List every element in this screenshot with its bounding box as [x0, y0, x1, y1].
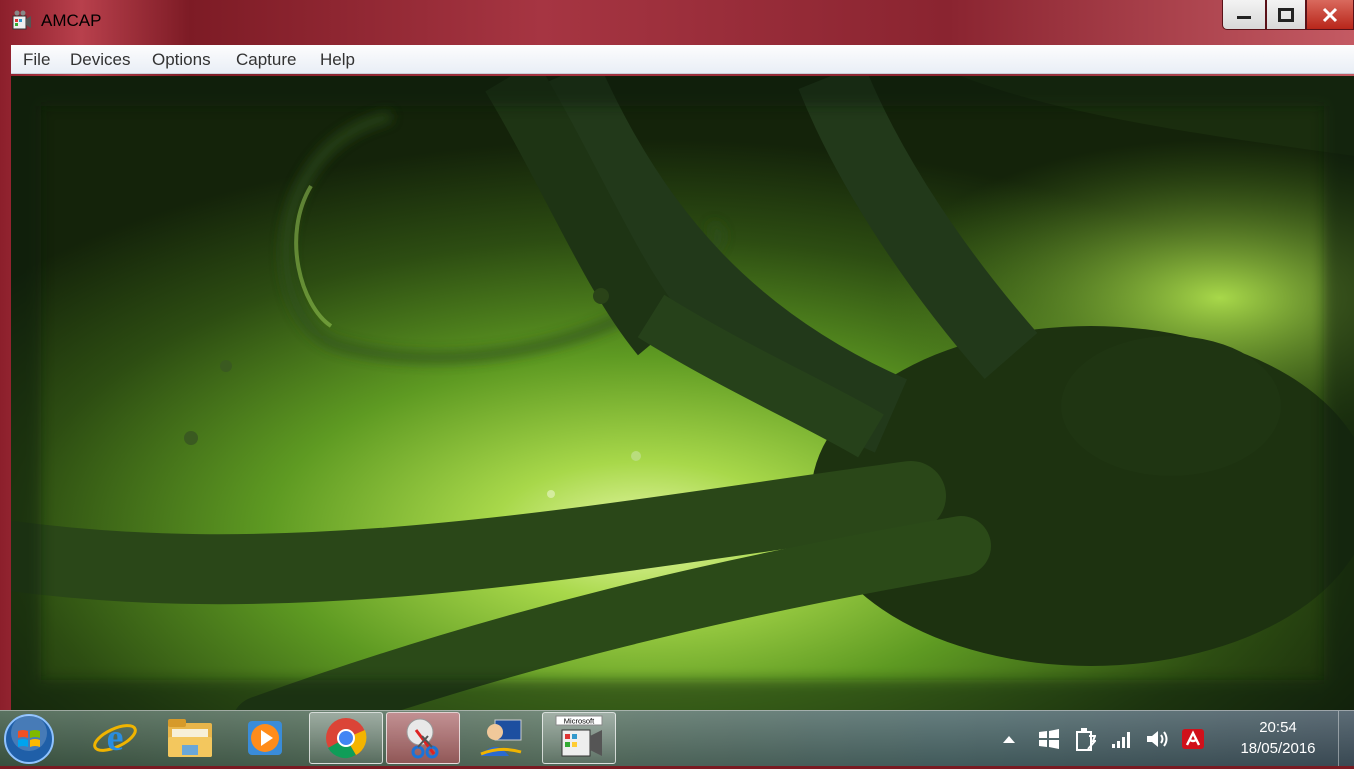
windows-orb-icon [4, 714, 54, 764]
tray-power[interactable] [1072, 727, 1098, 751]
chrome-icon [326, 718, 367, 759]
minimize-icon [1237, 15, 1251, 19]
network-signal-icon [1112, 732, 1130, 748]
video-preview [11, 76, 1354, 710]
menu-file[interactable]: File [21, 50, 52, 70]
amcap-app-icon[interactable] [12, 10, 32, 32]
chevron-up-icon [1003, 736, 1015, 743]
maximize-button[interactable] [1266, 0, 1306, 30]
show-desktop-button[interactable] [1338, 711, 1354, 766]
menu-capture[interactable]: Capture [234, 50, 298, 70]
taskbar-file-explorer[interactable] [153, 712, 227, 764]
taskbar-snipping-tool[interactable] [386, 712, 460, 764]
tray-windows-flag[interactable] [1036, 727, 1062, 751]
show-hidden-icons-button[interactable] [996, 727, 1022, 751]
menu-devices[interactable]: Devices [68, 50, 132, 70]
amcap-window: AMCAP File Devices Options Capture Help [0, 0, 1354, 710]
taskbar-user-app[interactable] [464, 712, 538, 764]
taskbar-chrome[interactable] [309, 712, 383, 764]
user-app-icon [480, 719, 522, 756]
media-player-icon [248, 721, 282, 755]
windows-flag-icon [1039, 729, 1059, 749]
camera-badge-text: Microsoft [564, 717, 595, 726]
minimize-button[interactable] [1222, 0, 1266, 30]
tray-network[interactable] [1109, 727, 1135, 751]
taskbar-media-player[interactable] [228, 712, 302, 764]
taskbar-amcap[interactable]: Microsoft [542, 712, 616, 764]
taskbar: e Microsoft 20:54 18/05/2016 [0, 710, 1354, 766]
start-button[interactable] [3, 713, 55, 765]
volume-icon [1147, 731, 1168, 747]
clock-time: 20:54 [1259, 719, 1297, 736]
tray-antivirus[interactable] [1180, 727, 1206, 751]
microscope-image [11, 76, 1354, 710]
file-explorer-icon [168, 719, 212, 757]
close-icon [1322, 7, 1338, 22]
taskbar-internet-explorer[interactable]: e [78, 712, 152, 764]
title-bar[interactable]: AMCAP [0, 0, 1354, 44]
power-icon [1076, 728, 1096, 751]
menu-bar: File Devices Options Capture Help [11, 45, 1354, 74]
svg-text:e: e [107, 717, 124, 759]
window-title: AMCAP [41, 11, 102, 30]
close-button[interactable] [1306, 0, 1354, 30]
snipping-tool-icon [406, 718, 439, 759]
maximize-icon [1278, 7, 1294, 22]
menu-help[interactable]: Help [318, 50, 357, 70]
internet-explorer-icon: e [93, 717, 137, 759]
menu-options[interactable]: Options [150, 50, 213, 70]
antivirus-icon [1182, 729, 1204, 749]
system-clock[interactable]: 20:54 18/05/2016 [1223, 717, 1333, 759]
amcap-camera-icon: Microsoft [555, 715, 603, 757]
tray-volume[interactable] [1144, 727, 1170, 751]
clock-date: 18/05/2016 [1240, 740, 1316, 757]
